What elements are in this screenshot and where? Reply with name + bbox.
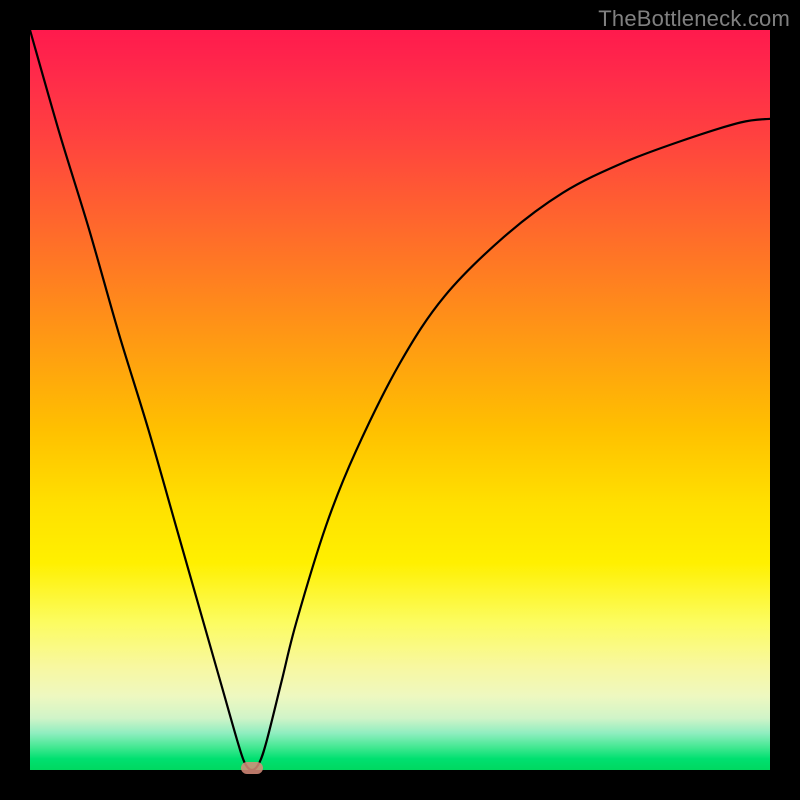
plot-area	[30, 30, 770, 770]
bottleneck-curve	[30, 30, 770, 770]
watermark-text: TheBottleneck.com	[598, 6, 790, 32]
chart-frame: TheBottleneck.com	[0, 0, 800, 800]
optimal-point-marker	[241, 762, 263, 774]
